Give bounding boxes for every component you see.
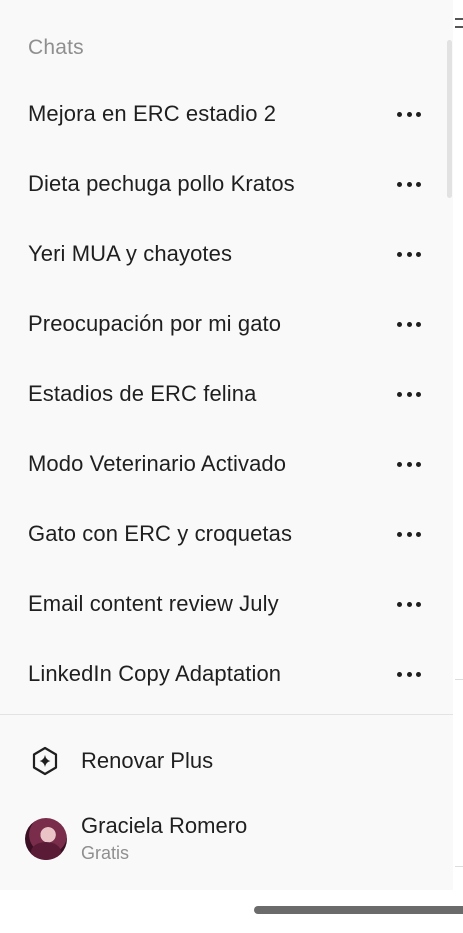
more-options-icon[interactable] (395, 664, 423, 684)
chat-list-item[interactable]: Preocupación por mi gato (0, 289, 453, 359)
chat-title: LinkedIn Copy Adaptation (28, 661, 282, 686)
more-options-icon[interactable] (395, 244, 423, 264)
chat-list-item[interactable]: Modo Veterinario Activado (0, 429, 453, 499)
user-info: Graciela Romero Gratis (81, 813, 247, 865)
chat-list-item[interactable]: Gato con ERC y croquetas (0, 499, 453, 569)
chat-title: Modo Veterinario Activado (28, 451, 287, 476)
chat-title: Estadios de ERC felina (28, 381, 257, 406)
chat-title: Dieta pechuga pollo Kratos (28, 171, 295, 196)
divider (0, 714, 453, 715)
chat-list-item[interactable]: Yeri MUA y chayotes (0, 219, 453, 289)
more-options-icon[interactable] (395, 454, 423, 474)
chat-title: Gato con ERC y croquetas (28, 521, 293, 546)
more-options-icon[interactable] (395, 104, 423, 124)
more-options-icon[interactable] (395, 384, 423, 404)
scrollbar-thumb[interactable] (447, 40, 452, 198)
more-options-icon[interactable] (395, 524, 423, 544)
chat-list-item[interactable]: Mejora en ERC estadio 2 (0, 79, 453, 149)
chat-list-item[interactable]: LinkedIn Copy Adaptation (0, 639, 453, 709)
chat-title: Yeri MUA y chayotes (28, 241, 233, 266)
more-options-icon[interactable] (395, 314, 423, 334)
section-title-chats: Chats (28, 36, 84, 59)
chat-list-item[interactable]: Dieta pechuga pollo Kratos (0, 149, 453, 219)
chat-title: Mejora en ERC estadio 2 (28, 101, 277, 126)
menu-icon (455, 18, 463, 40)
avatar (25, 818, 67, 860)
renew-plus-label: Renovar Plus (81, 748, 214, 773)
chat-title: Email content review July (28, 591, 279, 616)
home-indicator[interactable] (254, 906, 463, 914)
divider (455, 679, 463, 680)
user-plan: Gratis (81, 843, 130, 863)
chat-list-item[interactable]: Email content review July (0, 569, 453, 639)
chat-title: Preocupación por mi gato (28, 311, 282, 336)
hexagon-sparkle-icon (32, 746, 58, 776)
more-options-icon[interactable] (395, 594, 423, 614)
underlying-screen-edge (453, 0, 463, 890)
user-profile-button[interactable]: Graciela Romero Gratis (0, 804, 453, 874)
chat-list: Mejora en ERC estadio 2 Dieta pechuga po… (0, 79, 453, 709)
more-options-icon[interactable] (395, 174, 423, 194)
divider (455, 866, 463, 867)
chat-list-item[interactable]: Estadios de ERC felina (0, 359, 453, 429)
renew-plus-button[interactable]: Renovar Plus (0, 736, 453, 786)
chat-drawer: Chats Mejora en ERC estadio 2 Dieta pech… (0, 0, 453, 890)
user-name: Graciela Romero (81, 813, 248, 838)
